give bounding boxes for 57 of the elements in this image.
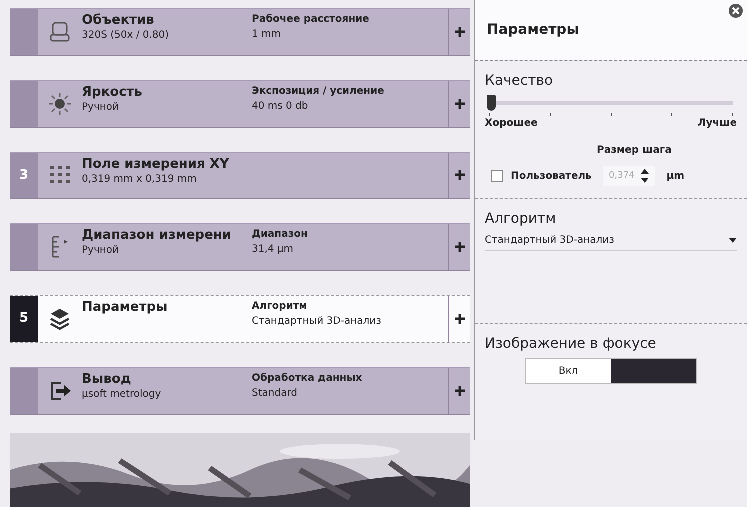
section-title: Качество xyxy=(485,73,554,89)
tick-mark xyxy=(732,113,733,116)
section-title: Изображение в фокусе xyxy=(485,336,658,352)
detail-value: 31,4 µm xyxy=(252,244,295,256)
step-number-badge xyxy=(10,224,38,270)
step-title: Вывод xyxy=(82,372,132,387)
caret-icon xyxy=(729,238,737,243)
detail-value: 1 mm xyxy=(252,29,282,40)
step-card[interactable]: Диапазон измерени Ручной Диапазон 31,4 µm xyxy=(10,223,470,272)
step-card[interactable]: 3 Поле измерения XY 0,319 mm x 0,319 mm xyxy=(10,152,470,200)
close-icon[interactable] xyxy=(729,4,743,18)
step-summary: 0,319 mm x 0,319 mm xyxy=(82,174,198,185)
step-number: 5 xyxy=(19,311,29,326)
min-label: Хорошее xyxy=(485,118,538,129)
detail-label: Диапазон xyxy=(252,229,309,240)
tick-mark xyxy=(550,113,551,116)
slider-thumb[interactable] xyxy=(487,95,496,111)
step-number-badge xyxy=(10,9,38,55)
tick-mark xyxy=(489,113,490,116)
detail-value: Standard xyxy=(252,388,298,399)
step-card[interactable]: Вывод µsoft metrology Обработка данных Standard xyxy=(10,366,470,415)
step-number-badge xyxy=(10,368,38,414)
toggle-switch[interactable]: Вкл xyxy=(525,358,697,384)
step-title: Параметры xyxy=(82,300,169,316)
step-title: Яркость xyxy=(82,84,144,100)
step-number-badge xyxy=(10,80,38,127)
detail-label: Обработка данных xyxy=(252,372,364,384)
detail-label: Рабочее расстояние xyxy=(252,14,370,25)
max-label: Лучше xyxy=(698,118,737,129)
plus-icon xyxy=(454,242,464,252)
detail-label: Экспозиция / усиление xyxy=(252,86,386,97)
plus-icon xyxy=(454,386,464,396)
detail-value: Стандартный 3D-анализ xyxy=(252,316,382,328)
checkbox-label: Пользователь xyxy=(511,170,593,182)
unit-label: µm xyxy=(666,170,685,182)
step-summary: Ручной xyxy=(82,245,120,256)
plus-icon xyxy=(454,98,464,109)
plus-icon xyxy=(454,26,464,37)
step-number: 3 xyxy=(19,168,29,183)
step-card[interactable]: Объектив 320S (50x / 0.80) Рабочее расстояние 1 mm xyxy=(10,8,470,56)
algorithm-dropdown[interactable]: Стандартный 3D-анализ xyxy=(485,233,737,251)
step-summary: µsoft metrology xyxy=(82,388,162,400)
step-title: Диапазон измерени xyxy=(82,228,233,244)
step-summary: 320S (50x / 0.80) xyxy=(82,30,170,41)
detail-label: Алгоритм xyxy=(252,301,308,312)
detail-value: 40 ms 0 db xyxy=(252,100,310,112)
step-title: Поле измерения XY xyxy=(82,156,230,172)
step-card[interactable]: 5 Параметры Алгоритм Стандартный 3D-анализ xyxy=(10,295,470,343)
step-card[interactable]: Яркость Ручной Экспозиция / усиление 40 ms 0 db xyxy=(10,80,470,128)
panel-title: Параметры xyxy=(487,22,580,38)
sun-icon xyxy=(47,90,73,117)
step-size-label: Размер шага xyxy=(597,145,673,156)
section-title: Алгоритм xyxy=(485,211,558,227)
plus-icon xyxy=(454,170,464,180)
plus-icon xyxy=(454,314,464,324)
step-title: Объектив xyxy=(82,13,156,28)
step-summary: Ручной xyxy=(82,102,120,113)
